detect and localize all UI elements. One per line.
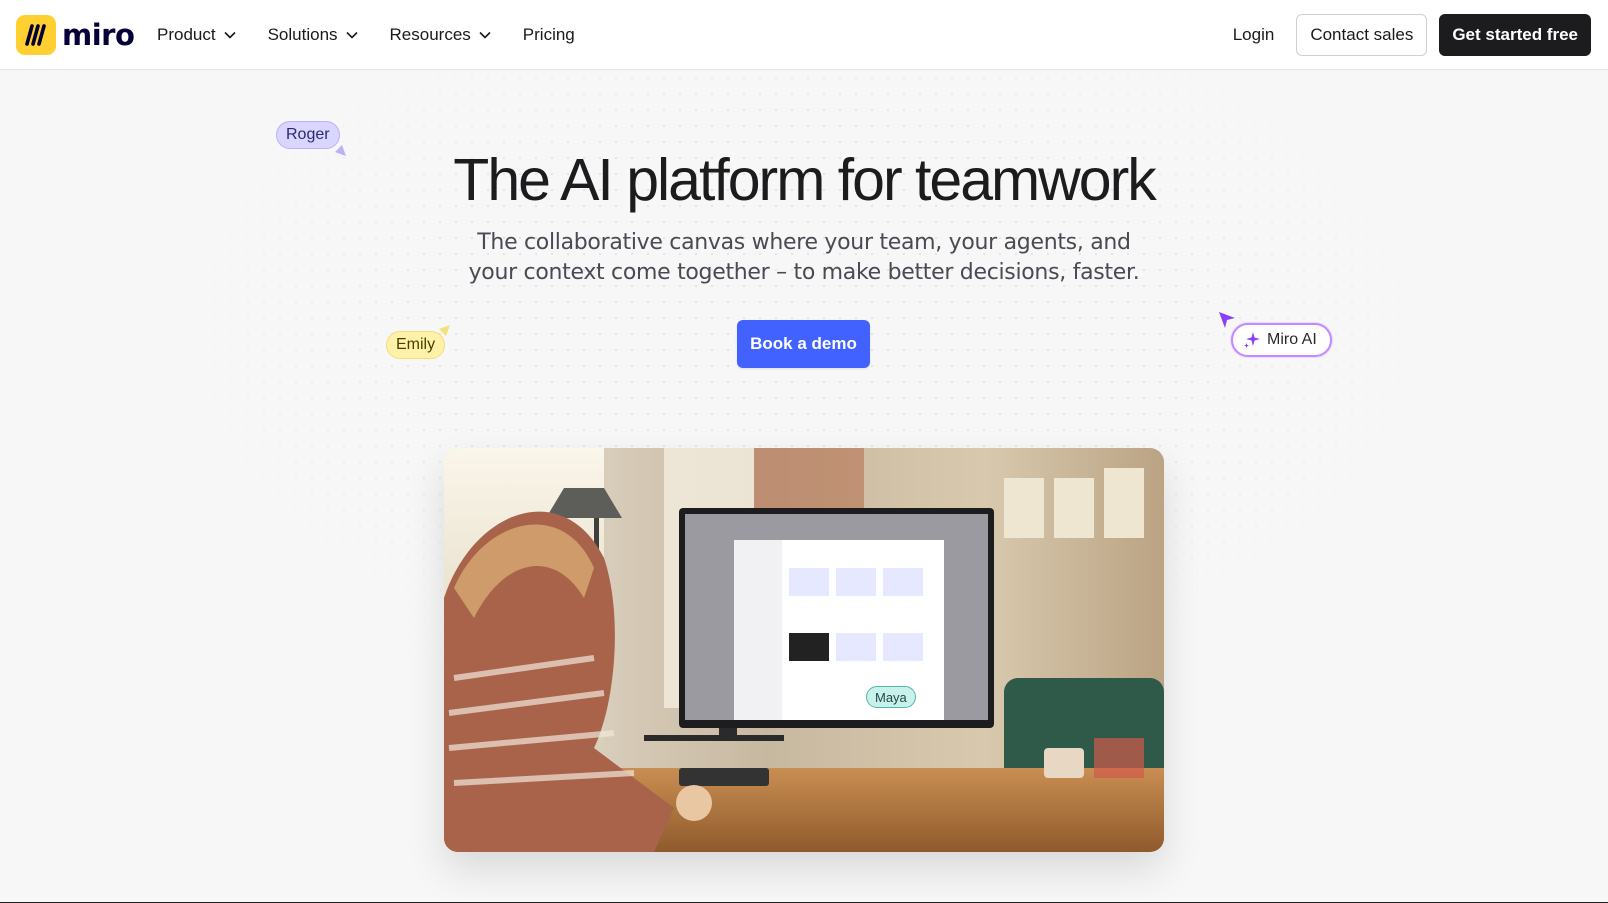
miro-logo-icon (16, 15, 56, 55)
maya-cursor-label: Maya (866, 686, 916, 708)
nav-item-product[interactable]: Product (157, 25, 236, 45)
nav-item-resources[interactable]: Resources (390, 25, 491, 45)
miro-ai-label: Miro AI (1267, 331, 1317, 348)
hero-title: The AI platform for teamwork (453, 147, 1156, 213)
sparkle-icon (1244, 332, 1260, 348)
hero-subtitle: The collaborative canvas where your team… (454, 228, 1154, 288)
nav-item-solutions[interactable]: Solutions (268, 25, 358, 45)
cursor-arrow-icon (1219, 312, 1235, 328)
login-link[interactable]: Login (1233, 25, 1275, 45)
cursor-arrow-icon (439, 325, 450, 336)
chevron-down-icon (345, 31, 358, 39)
woman-at-desk-image (444, 448, 1164, 852)
chevron-down-icon (479, 31, 491, 39)
hero-subtitle-line: your context come together – to make bet… (468, 260, 1140, 285)
miro-ai-badge: Miro AI (1231, 323, 1332, 357)
nav-item-label: Pricing (522, 25, 575, 44)
book-demo-button[interactable]: Book a demo (737, 320, 870, 368)
logo-wordmark: miro (62, 18, 135, 52)
nav-actions: Login Contact sales Get started free (1233, 14, 1591, 56)
nav-item-pricing[interactable]: Pricing (523, 25, 575, 45)
get-started-button[interactable]: Get started free (1439, 14, 1591, 56)
top-navigation: miro Product Solutions Resources Pricing… (0, 0, 1608, 70)
nav-item-label: Resources (389, 25, 471, 44)
miro-logo[interactable]: miro (16, 15, 135, 55)
cursor-arrow-icon (335, 145, 346, 156)
main-menu: Product Solutions Resources Pricing (157, 0, 607, 70)
contact-sales-button[interactable]: Contact sales (1296, 14, 1428, 56)
hero-illustration (444, 448, 1164, 852)
nav-item-label: Product (157, 25, 216, 44)
hero-subtitle-line: The collaborative canvas where your team… (477, 230, 1131, 255)
nav-item-label: Solutions (267, 25, 338, 44)
roger-cursor-label: Roger (276, 121, 340, 149)
chevron-down-icon (224, 31, 236, 39)
